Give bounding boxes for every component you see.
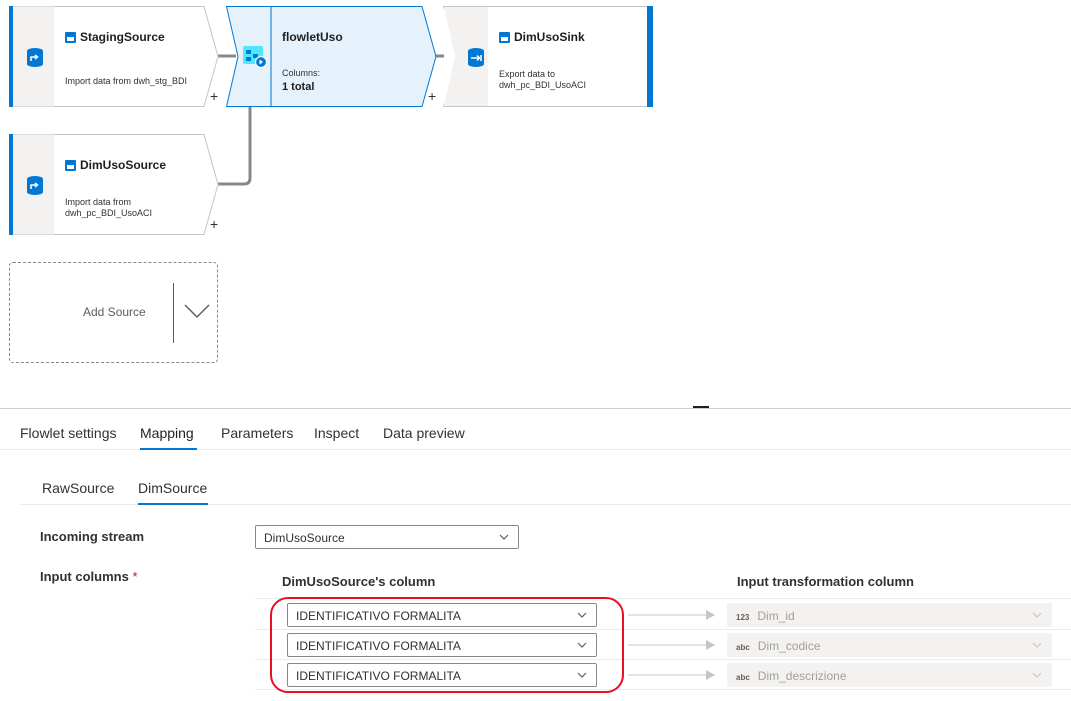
tab-inspect[interactable]: Inspect [314,425,359,441]
settings-tabs: Flowlet settings Mapping Parameters Insp… [0,416,1071,450]
target-column-value: Dim_id [757,609,795,623]
chevron-down-icon [499,534,509,540]
node-title: StagingSource [65,30,165,44]
splitter-grip[interactable] [693,406,709,408]
node-title: flowletUso [282,30,343,44]
target-column-value: Dim_codice [757,639,821,653]
sink-node[interactable]: DimUsoSink Export data to dwh_pc_BDI_Uso… [443,6,653,107]
panel-splitter[interactable] [0,408,1071,409]
description-line: dwh_pc_BDI_UsoACI [65,208,153,218]
chevron-down-icon [1032,642,1042,648]
node-title: DimUsoSink [499,30,585,44]
node-title: DimUsoSource [65,158,166,172]
required-marker: * [132,569,138,584]
subtab-rawsource[interactable]: RawSource [42,480,114,496]
highlight-annotation [270,597,624,693]
sink-icon [450,6,502,107]
node-description: Columns: 1 total [282,68,320,93]
columns-value: 1 total [282,81,315,93]
staging-source-node[interactable]: StagingSource Import data from dwh_stg_B… [9,6,219,107]
node-description: Import data from dwh_pc_BDI_UsoACI [65,197,152,219]
target-column-value: Dim_descrizione [757,669,847,683]
arrow-right-icon [628,670,715,680]
table-icon [65,31,76,43]
chevron-down-icon [1032,612,1042,618]
staging-source-title: StagingSource [80,30,165,44]
type-icon: abc [736,643,750,652]
description-line: Export data to [499,69,556,79]
dataflow-canvas[interactable]: StagingSource Import data from dwh_stg_B… [0,0,1071,408]
tab-flowlet-settings[interactable]: Flowlet settings [20,425,116,441]
add-source-button[interactable]: Add Source [9,262,218,363]
import-source-icon [9,6,61,107]
target-column-dropdown: abc Dim_codice [727,633,1052,657]
node-description: Import data from dwh_stg_BDI [65,76,187,87]
incoming-stream-dropdown[interactable]: DimUsoSource [255,525,519,549]
chevron-down-icon [1032,672,1042,678]
table-icon [499,31,510,43]
input-columns-text: Input columns [40,569,129,584]
tab-mapping[interactable]: Mapping [140,425,194,441]
type-icon: 123 [736,613,750,622]
active-subtab-indicator [138,503,208,505]
target-column-dropdown: 123 Dim_id [727,603,1052,627]
incoming-stream-value: DimUsoSource [264,531,345,545]
source-column-header: DimUsoSource's column [282,574,436,589]
dim-source-node[interactable]: DimUsoSource Import data from dwh_pc_BDI… [9,134,219,235]
incoming-stream-label: Incoming stream [40,529,145,544]
import-source-icon [9,134,61,235]
tab-parameters[interactable]: Parameters [221,425,293,441]
add-source-label: Add Source [83,305,146,319]
source-subtabs: RawSource DimSource [20,472,1071,505]
active-tab-indicator [140,448,197,450]
flowlet-icon [229,6,281,107]
add-transform-plus[interactable]: + [210,89,218,103]
divider [173,283,174,343]
table-icon [65,159,76,171]
subtab-dimsource[interactable]: DimSource [138,480,207,496]
description-line: Import data from dwh_stg_BDI [65,76,188,86]
arrow-right-icon [628,640,715,650]
description-line: Import data from [65,197,132,207]
sink-title: DimUsoSink [514,30,585,44]
flowlet-node[interactable]: flowletUso Columns: 1 total [226,6,438,107]
chevron-down-icon[interactable] [184,303,210,319]
target-column-dropdown: abc Dim_descrizione [727,663,1052,687]
tab-data-preview[interactable]: Data preview [383,425,465,441]
input-columns-label: Input columns * [40,569,138,584]
type-icon: abc [736,673,750,682]
columns-label: Columns: [282,68,321,78]
flowlet-title: flowletUso [282,30,343,44]
target-column-header: Input transformation column [737,574,914,589]
description-line: dwh_pc_BDI_UsoACI [499,80,587,90]
arrow-right-icon [628,610,715,620]
add-transform-plus[interactable]: + [210,217,218,231]
node-description: Export data to dwh_pc_BDI_UsoACI [499,69,586,91]
add-transform-plus[interactable]: + [428,89,436,103]
dim-source-title: DimUsoSource [80,158,167,172]
